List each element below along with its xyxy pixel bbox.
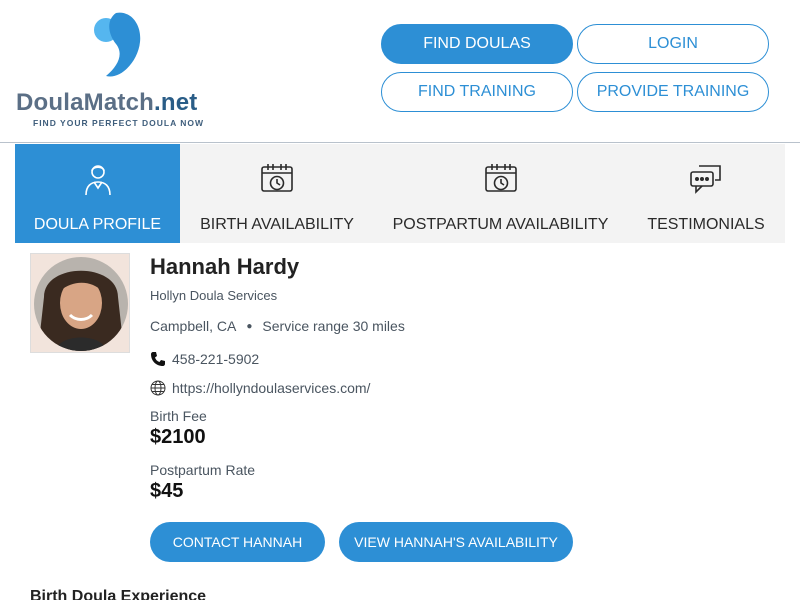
tab-label: BIRTH AVAILABILITY (200, 216, 354, 233)
tab-postpartum-availability[interactable]: POSTPARTUM AVAILABILITY (374, 144, 627, 243)
calendar-clock-icon (484, 164, 517, 192)
globe-icon (150, 380, 166, 396)
site-logo[interactable]: DoulaMatch.net FIND YOUR PERFECT DOULA N… (16, 10, 222, 132)
profile-photo (30, 253, 130, 353)
location-line: Campbell, CA ● Service range 30 miles (150, 318, 405, 334)
profile-tabs: DOULA PROFILE BIRTH AVAILABILITY POSTPAR… (15, 144, 785, 243)
website-link[interactable]: https://hollyndoulaservices.com/ (172, 380, 370, 396)
view-availability-button[interactable]: VIEW HANNAH'S AVAILABILITY (339, 522, 573, 562)
contact-button[interactable]: CONTACT HANNAH (150, 522, 325, 562)
provide-training-button[interactable]: PROVIDE TRAINING (577, 72, 769, 112)
service-range: Service range 30 miles (262, 318, 405, 334)
tab-testimonials[interactable]: TESTIMONIALS (627, 144, 785, 243)
user-icon (84, 165, 111, 196)
find-training-button[interactable]: FIND TRAINING (381, 72, 573, 112)
separator-dot: ● (246, 320, 253, 332)
phone-icon (151, 352, 165, 366)
postpartum-rate-label: Postpartum Rate (150, 462, 256, 478)
phone-number[interactable]: 458-221-5902 (172, 351, 259, 367)
postpartum-rate-value: $45 (150, 480, 184, 502)
tab-doula-profile[interactable]: DOULA PROFILE (15, 144, 180, 243)
business-name: Hollyn Doula Services (150, 288, 278, 303)
tab-label: TESTIMONIALS (647, 216, 765, 233)
site-header: DoulaMatch.net FIND YOUR PERFECT DOULA N… (0, 0, 800, 143)
doula-name: Hannah Hardy (150, 254, 300, 279)
city: Campbell, CA (150, 318, 237, 334)
calendar-clock-icon (261, 164, 293, 192)
phone-row[interactable]: 458-221-5902 (150, 351, 259, 367)
avatar (34, 257, 128, 351)
find-doulas-button[interactable]: FIND DOULAS (381, 24, 573, 64)
website-row[interactable]: https://hollyndoulaservices.com/ (150, 380, 370, 396)
logo-wordmark: DoulaMatch.net (16, 89, 198, 116)
login-button[interactable]: LOGIN (577, 24, 769, 64)
tab-label: DOULA PROFILE (33, 216, 162, 233)
logo-mark-icon (94, 12, 141, 77)
logo-tagline: FIND YOUR PERFECT DOULA NOW (33, 118, 205, 128)
tab-birth-availability[interactable]: BIRTH AVAILABILITY (180, 144, 374, 243)
chat-bubbles-icon (690, 165, 721, 194)
birth-fee-value: $2100 (150, 426, 206, 448)
tab-label: POSTPARTUM AVAILABILITY (392, 216, 609, 233)
section-heading-experience: Birth Doula Experience (30, 588, 207, 600)
birth-fee-label: Birth Fee (150, 408, 207, 424)
